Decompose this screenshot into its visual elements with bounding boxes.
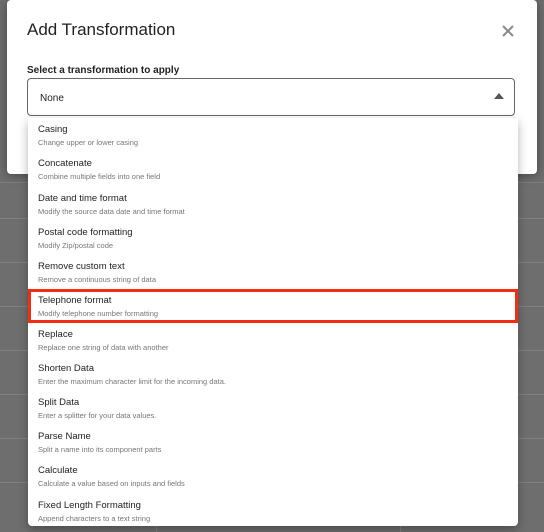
option-title: Telephone format [38,295,112,306]
option-description: Modify telephone number formatting [38,309,159,318]
option-title: Date and time format [38,193,127,204]
option-title: Parse Name [38,431,91,442]
option-shorten-data[interactable]: Shorten Data Enter the maximum character… [28,357,518,391]
option-title: Casing [38,124,68,135]
option-casing[interactable]: Casing Change upper or lower casing [28,118,518,152]
option-replace[interactable]: Replace Replace one string of data with … [28,323,518,357]
select-value: None [40,93,64,104]
dialog-title: Add Transformation [27,20,176,39]
transformation-select[interactable]: None [27,78,515,116]
option-description: Append characters to a text string [38,514,151,523]
option-parse-name[interactable]: Parse Name Split a name into its compone… [28,425,518,459]
option-title: Postal code formatting [38,227,133,238]
option-description: Enter a splitter for your data values. [38,411,157,420]
option-title: Remove custom text [38,261,125,272]
option-date-time-format[interactable]: Date and time format Modify the source d… [28,187,518,221]
option-description: Change upper or lower casing [38,138,139,147]
option-title: Replace [38,329,73,340]
close-icon [502,25,514,37]
option-description: Replace one string of data with another [38,343,169,352]
option-remove-custom-text[interactable]: Remove custom text Remove a continuous s… [28,255,518,289]
option-calculate[interactable]: Calculate Calculate a value based on inp… [28,459,518,493]
option-title: Concatenate [38,158,92,169]
caret-up-icon [494,93,504,99]
option-telephone-format[interactable]: Telephone format Modify telephone number… [28,289,518,323]
transformation-field-label: Select a transformation to apply [27,65,180,76]
option-concatenate[interactable]: Concatenate Combine multiple fields into… [28,152,518,186]
option-fixed-length-formatting[interactable]: Fixed Length Formatting Append character… [28,494,518,526]
option-title: Calculate [38,465,78,476]
option-title: Split Data [38,397,80,408]
option-description: Split a name into its component parts [38,445,162,454]
option-description: Remove a continuous string of data [38,275,156,284]
option-postal-code-formatting[interactable]: Postal code formatting Modify Zip/postal… [28,221,518,255]
option-split-data[interactable]: Split Data Enter a splitter for your dat… [28,391,518,425]
transformation-dropdown-list: Casing Change upper or lower casing Conc… [28,118,518,526]
option-description: Calculate a value based on inputs and fi… [38,479,185,488]
option-description: Modify Zip/postal code [38,241,114,250]
option-title: Fixed Length Formatting [38,500,141,511]
option-title: Shorten Data [38,363,94,374]
option-description: Enter the maximum character limit for th… [38,377,226,386]
option-description: Combine multiple fields into one field [38,172,161,181]
close-button[interactable] [497,20,519,42]
option-description: Modify the source data date and time for… [38,207,185,216]
